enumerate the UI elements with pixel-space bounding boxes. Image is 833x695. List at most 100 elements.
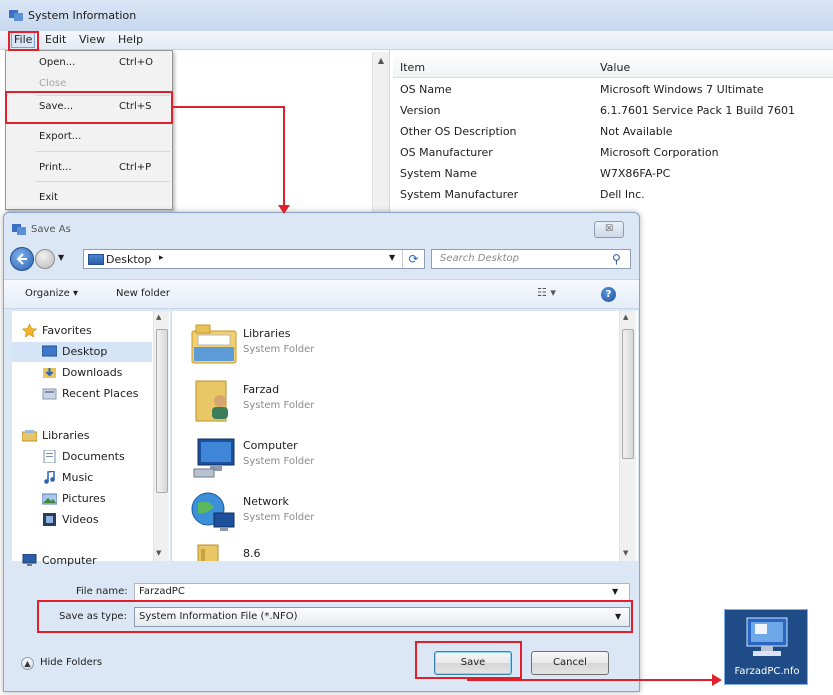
desktop-icon bbox=[88, 254, 104, 265]
forward-button[interactable] bbox=[35, 249, 55, 269]
file-list-scrollbar[interactable]: ▲ ▼ bbox=[619, 311, 636, 561]
menu-item-export[interactable]: Export... bbox=[6, 127, 172, 147]
search-input[interactable]: Search Desktop bbox=[440, 253, 519, 264]
recent-places-icon bbox=[42, 388, 57, 400]
column-header-item[interactable]: Item bbox=[400, 61, 425, 74]
navigation-pane-scrollbar[interactable]: ▲ ▼ bbox=[153, 311, 169, 561]
menu-item-label: Close bbox=[39, 78, 67, 89]
star-icon bbox=[22, 324, 37, 337]
menu-item-open[interactable]: Open... Ctrl+O bbox=[6, 53, 172, 73]
file-name-dropdown-icon[interactable]: ▼ bbox=[612, 587, 618, 596]
scrollbar-thumb[interactable] bbox=[156, 329, 168, 493]
arrowhead-right bbox=[712, 674, 722, 686]
user-folder-icon bbox=[195, 380, 228, 422]
help-icon[interactable]: ? bbox=[601, 287, 616, 302]
scrollbar-thumb[interactable] bbox=[622, 329, 634, 459]
command-toolbar: Organize ▾ New folder ☷ ▾ ? bbox=[4, 279, 639, 309]
downloads-icon bbox=[43, 368, 56, 378]
nav-item-label: Downloads bbox=[62, 366, 123, 379]
menu-item-shortcut: Ctrl+O bbox=[119, 57, 154, 68]
file-item-computer[interactable]: Computer System Folder bbox=[190, 431, 430, 483]
menu-item-label: Print... bbox=[39, 162, 72, 173]
file-name-field[interactable]: FarzadPC bbox=[134, 583, 630, 601]
column-header-value[interactable]: Value bbox=[600, 61, 630, 74]
table-row[interactable]: OS Manufacturer Microsoft Corporation bbox=[393, 142, 833, 163]
table-row[interactable]: Other OS Description Not Available bbox=[393, 121, 833, 142]
refresh-icon[interactable]: ⟳ bbox=[402, 250, 424, 268]
highlight-save-as-type bbox=[37, 600, 633, 633]
menu-separator bbox=[36, 181, 170, 182]
pictures-icon bbox=[42, 493, 57, 505]
table-row[interactable]: OS Name Microsoft Windows 7 Ultimate bbox=[393, 79, 833, 100]
file-item-network[interactable]: Network System Folder bbox=[190, 487, 430, 539]
system-information-icon bbox=[12, 224, 26, 235]
scroll-up-arrow-icon[interactable]: ▲ bbox=[623, 313, 628, 321]
file-name: Farzad bbox=[243, 383, 280, 396]
close-button[interactable]: ☒ bbox=[594, 221, 624, 238]
change-view-icon[interactable]: ☷ ▾ bbox=[537, 286, 556, 299]
file-name: Computer bbox=[243, 439, 298, 452]
highlight-save-button bbox=[415, 641, 522, 679]
documents-icon bbox=[43, 450, 56, 463]
music-icon bbox=[44, 471, 55, 484]
new-folder-button[interactable]: New folder bbox=[116, 288, 170, 299]
file-item-libraries[interactable]: Libraries System Folder bbox=[190, 319, 430, 371]
nfo-file-item[interactable]: FarzadPC.nfo bbox=[724, 609, 808, 685]
row-item: OS Manufacturer bbox=[400, 146, 493, 159]
title-bar: System Information bbox=[0, 0, 833, 32]
tree-scrollbar[interactable]: ▲ bbox=[372, 52, 389, 212]
libraries-icon bbox=[22, 430, 37, 442]
file-item-8-6[interactable]: 8.6 bbox=[190, 539, 430, 561]
nav-item-label: Desktop bbox=[62, 345, 108, 358]
recent-pages-dropdown-icon[interactable]: ▼ bbox=[58, 253, 64, 262]
folder-icon bbox=[197, 544, 219, 561]
videos-icon bbox=[43, 513, 56, 526]
scroll-up-arrow-icon[interactable]: ▲ bbox=[156, 313, 161, 321]
row-item: Version bbox=[400, 104, 441, 117]
file-menu-dropdown: Open... Ctrl+O Close Save... Ctrl+S Expo… bbox=[5, 50, 173, 210]
menu-item-exit[interactable]: Exit bbox=[6, 188, 172, 208]
tree-pane bbox=[175, 50, 390, 212]
table-row[interactable]: System Manufacturer Dell Inc. bbox=[393, 184, 833, 205]
search-icon[interactable]: ⚲ bbox=[612, 252, 621, 266]
menu-item-print[interactable]: Print... Ctrl+P bbox=[6, 158, 172, 178]
nav-item-label: Favorites bbox=[42, 324, 92, 337]
hide-folders-label: Hide Folders bbox=[40, 657, 103, 668]
scroll-down-arrow-icon[interactable]: ▼ bbox=[156, 549, 161, 557]
menu-item-shortcut: Ctrl+P bbox=[119, 162, 152, 173]
table-header: Item Value bbox=[393, 56, 833, 78]
file-name: 8.6 bbox=[243, 547, 261, 560]
cancel-button[interactable]: Cancel bbox=[531, 651, 609, 675]
address-bar[interactable]: Desktop ▸ ▼ ⟳ bbox=[83, 249, 425, 269]
back-button[interactable] bbox=[10, 247, 34, 271]
scroll-up-arrow-icon[interactable]: ▲ bbox=[373, 54, 389, 68]
row-item: OS Name bbox=[400, 83, 452, 96]
menu-help[interactable]: Help bbox=[116, 33, 145, 46]
search-box[interactable]: Search Desktop ⚲ bbox=[431, 249, 631, 269]
collapse-arrow-icon: ▲ bbox=[21, 657, 34, 670]
nav-item-label: Libraries bbox=[42, 429, 90, 442]
menu-item-label: Exit bbox=[39, 192, 58, 203]
menu-view[interactable]: View bbox=[77, 33, 107, 46]
file-type: System Folder bbox=[243, 400, 315, 411]
address-location[interactable]: Desktop bbox=[106, 253, 151, 266]
menu-edit[interactable]: Edit bbox=[43, 33, 68, 46]
dialog-title: Save As bbox=[31, 224, 71, 235]
network-icon bbox=[191, 492, 235, 531]
breadcrumb-separator-icon[interactable]: ▸ bbox=[159, 253, 164, 263]
details-table: Item Value OS Name Microsoft Windows 7 U… bbox=[393, 54, 833, 212]
scroll-down-arrow-icon[interactable]: ▼ bbox=[623, 549, 628, 557]
address-dropdown-icon[interactable]: ▼ bbox=[389, 253, 395, 262]
table-row[interactable]: System Name W7X86FA-PC bbox=[393, 163, 833, 184]
nav-item-label: Recent Places bbox=[62, 387, 139, 400]
file-list-pane: Libraries System Folder Farzad System Fo… bbox=[171, 311, 638, 561]
file-item-farzad[interactable]: Farzad System Folder bbox=[190, 375, 430, 427]
organize-button[interactable]: Organize ▾ bbox=[25, 288, 78, 299]
menu-separator bbox=[36, 151, 170, 152]
nav-item-label: Documents bbox=[62, 450, 125, 463]
row-item: Other OS Description bbox=[400, 125, 517, 138]
row-value: W7X86FA-PC bbox=[600, 167, 671, 180]
row-item: System Name bbox=[400, 167, 477, 180]
table-row[interactable]: Version 6.1.7601 Service Pack 1 Build 76… bbox=[393, 100, 833, 121]
row-value: Microsoft Windows 7 Ultimate bbox=[600, 83, 764, 96]
